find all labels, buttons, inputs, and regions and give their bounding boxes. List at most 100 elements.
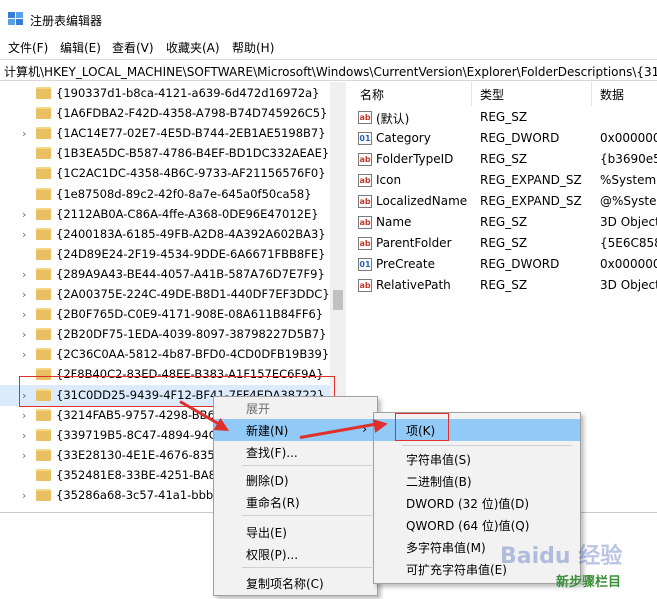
tree-item[interactable]: › {289A9A43-BE44-4057-A41B-587A76D7E7F9} <box>0 264 330 285</box>
folder-icon <box>36 247 51 260</box>
menu-item-copy-key-name[interactable]: 复制项名称(C) <box>214 572 377 594</box>
scrollbar-thumb[interactable] <box>333 290 343 310</box>
folder-icon <box>36 328 51 341</box>
menu-edit[interactable]: 编辑(E) <box>60 39 101 56</box>
folder-icon <box>36 107 51 120</box>
menu-favorites[interactable]: 收藏夹(A) <box>166 39 220 56</box>
value-type: REG_SZ <box>480 215 528 229</box>
value-row[interactable]: 01 PreCreate REG_DWORD 0x0000000 <box>352 254 657 275</box>
column-header-data[interactable]: 数据 <box>592 82 657 106</box>
expand-chevron-icon[interactable]: › <box>22 429 26 442</box>
tree-item[interactable]: › {2A00375E-224C-49DE-B8D1-440DF7EF3DDC} <box>0 284 330 305</box>
value-row[interactable]: ab Icon REG_EXPAND_SZ %SystemR <box>352 170 657 191</box>
column-header-name[interactable]: 名称 <box>352 82 472 106</box>
value-row[interactable]: 01 Category REG_DWORD 0x0000000 <box>352 128 657 149</box>
value-row[interactable]: ab Name REG_SZ 3D Object <box>352 212 657 233</box>
menu-item-expand[interactable]: 展开 <box>214 397 377 419</box>
expand-chevron-icon[interactable]: › <box>22 288 26 301</box>
expand-chevron-icon[interactable]: › <box>22 409 26 422</box>
annotation-arrow-head <box>372 416 390 433</box>
expand-chevron-icon[interactable]: › <box>22 348 26 361</box>
folder-icon <box>36 308 51 321</box>
tree-item[interactable]: › {2B20DF75-1EDA-4039-8097-38798227D5B7} <box>0 324 330 345</box>
submenu-item-qword-value[interactable]: QWORD (64 位)值(Q) <box>374 514 580 536</box>
value-name: Name <box>376 215 412 229</box>
tree-item[interactable]: {1C2AC1DC-4358-4B6C-9733-AF21156576F0} <box>0 163 330 184</box>
folder-icon <box>36 207 51 220</box>
expand-chevron-icon[interactable]: › <box>22 127 26 140</box>
address-bar[interactable]: 计算机\HKEY_LOCAL_MACHINE\SOFTWARE\Microsof… <box>0 59 657 81</box>
folder-icon <box>36 448 51 461</box>
menu-separator <box>242 465 372 466</box>
menu-item-permissions[interactable]: 权限(P)... <box>214 543 377 565</box>
folder-icon <box>36 147 51 160</box>
tree-item-label: {33E28130-4E1E-4676-835A <box>56 447 223 462</box>
tree-item[interactable]: {1e87508d-89c2-42f0-8a7e-645a0f50ca58} <box>0 184 330 205</box>
tree-item-label: {2C36C0AA-5812-4b87-BFD0-4CD0DFB19B39} <box>56 347 330 362</box>
title-bar: 注册表编辑器 <box>0 0 657 36</box>
string-value-icon: ab <box>358 174 372 187</box>
string-value-icon: ab <box>358 111 372 124</box>
expand-chevron-icon[interactable]: › <box>22 328 26 341</box>
value-row[interactable]: ab (默认) REG_SZ <box>352 107 657 128</box>
tree-item[interactable]: {190337d1-b8ca-4121-a639-6d472d16972a} <box>0 83 330 104</box>
menu-separator <box>242 515 372 516</box>
tree-item[interactable]: › {2C36C0AA-5812-4b87-BFD0-4CD0DFB19B39} <box>0 344 330 365</box>
folder-icon <box>36 227 51 240</box>
value-data: 3D Object <box>600 215 657 229</box>
submenu-item-dword-value[interactable]: DWORD (32 位)值(D) <box>374 492 580 514</box>
value-name: PreCreate <box>376 257 435 271</box>
menu-item-rename[interactable]: 重命名(R) <box>214 491 377 513</box>
menu-view[interactable]: 查看(V) <box>112 39 154 56</box>
tree-item-label: {2400183A-6185-49FB-A2D8-4A392A602BA3} <box>56 226 326 241</box>
expand-chevron-icon[interactable]: › <box>22 268 26 281</box>
tree-item[interactable]: {24D89E24-2F19-4534-9DDE-6A6671FBB8FE} <box>0 244 330 265</box>
submenu-item-string-value[interactable]: 字符串值(S) <box>374 448 580 470</box>
menu-help[interactable]: 帮助(H) <box>232 39 274 56</box>
value-row[interactable]: ab LocalizedName REG_EXPAND_SZ @%Syster <box>352 191 657 212</box>
value-data: {b3690e58 <box>600 152 657 166</box>
folder-icon <box>36 408 51 421</box>
value-row[interactable]: ab FolderTypeID REG_SZ {b3690e58 <box>352 149 657 170</box>
tree-item[interactable]: › {1AC14E77-02E7-4E5D-B744-2EB1AE5198B7} <box>0 123 330 144</box>
folder-icon <box>36 288 51 300</box>
expand-chevron-icon[interactable]: › <box>22 208 26 221</box>
tree-item[interactable]: {1A6FDBA2-F42D-4358-A798-B74D745926C5} <box>0 103 330 124</box>
value-row[interactable]: ab RelativePath REG_SZ 3D Object <box>352 275 657 296</box>
submenu-item-binary-value[interactable]: 二进制值(B) <box>374 470 580 492</box>
menu-item-export[interactable]: 导出(E) <box>214 521 377 543</box>
folder-icon <box>36 167 51 180</box>
value-name: ParentFolder <box>376 236 452 250</box>
string-value-icon: ab <box>358 237 372 250</box>
tree-item[interactable]: › {2B0F765D-C0E9-4171-908E-08A611B84FF6} <box>0 304 330 325</box>
menu-item-delete[interactable]: 删除(D) <box>214 469 377 491</box>
menu-file[interactable]: 文件(F) <box>8 39 48 56</box>
address-path[interactable]: 计算机\HKEY_LOCAL_MACHINE\SOFTWARE\Microsof… <box>4 63 657 80</box>
tree-item-label: {24D89E24-2F19-4534-9DDE-6A6671FBB8FE} <box>56 246 326 261</box>
tree-item[interactable]: {1B3EA5DC-B587-4786-B4EF-BD1DC332AEAE} <box>0 143 330 164</box>
column-header-type[interactable]: 类型 <box>472 82 592 106</box>
tree-item[interactable]: › {2112AB0A-C86A-4ffe-A368-0DE96E47012E} <box>0 204 330 225</box>
value-row[interactable]: ab ParentFolder REG_SZ {5E6C858F <box>352 233 657 254</box>
value-type: REG_DWORD <box>480 257 560 271</box>
tree-item[interactable]: › {2400183A-6185-49FB-A2D8-4A392A602BA3} <box>0 224 330 245</box>
value-type: REG_SZ <box>480 152 528 166</box>
value-name: (默认) <box>376 112 410 126</box>
expand-chevron-icon[interactable]: › <box>22 489 26 502</box>
window-title: 注册表编辑器 <box>30 14 103 28</box>
menu-item-new[interactable]: 新建(N) › <box>214 419 377 441</box>
tree-item-label: {2112AB0A-C86A-4ffe-A368-0DE96E47012E} <box>56 206 319 221</box>
tree-item-label: {352481E8-33BE-4251-BA8 <box>56 467 216 482</box>
expand-chevron-icon[interactable]: › <box>22 228 26 241</box>
expand-chevron-icon[interactable]: › <box>22 308 26 321</box>
value-data: {5E6C858F <box>600 236 657 250</box>
expand-chevron-icon[interactable]: › <box>22 449 26 462</box>
tree-item-label: {1C2AC1DC-4358-4B6C-9733-AF21156576F0} <box>56 166 326 181</box>
value-type: REG_EXPAND_SZ <box>480 194 582 208</box>
value-name: FolderTypeID <box>376 152 454 166</box>
menu-item-find[interactable]: 查找(F)... <box>214 441 377 463</box>
value-type: REG_SZ <box>480 278 528 292</box>
tree-item-label: {1B3EA5DC-B587-4786-B4EF-BD1DC332AEAE} <box>56 146 330 161</box>
tree-item-label: {35286a68-3c57-41a1-bbb1 <box>56 488 221 502</box>
string-value-icon: ab <box>358 195 372 208</box>
